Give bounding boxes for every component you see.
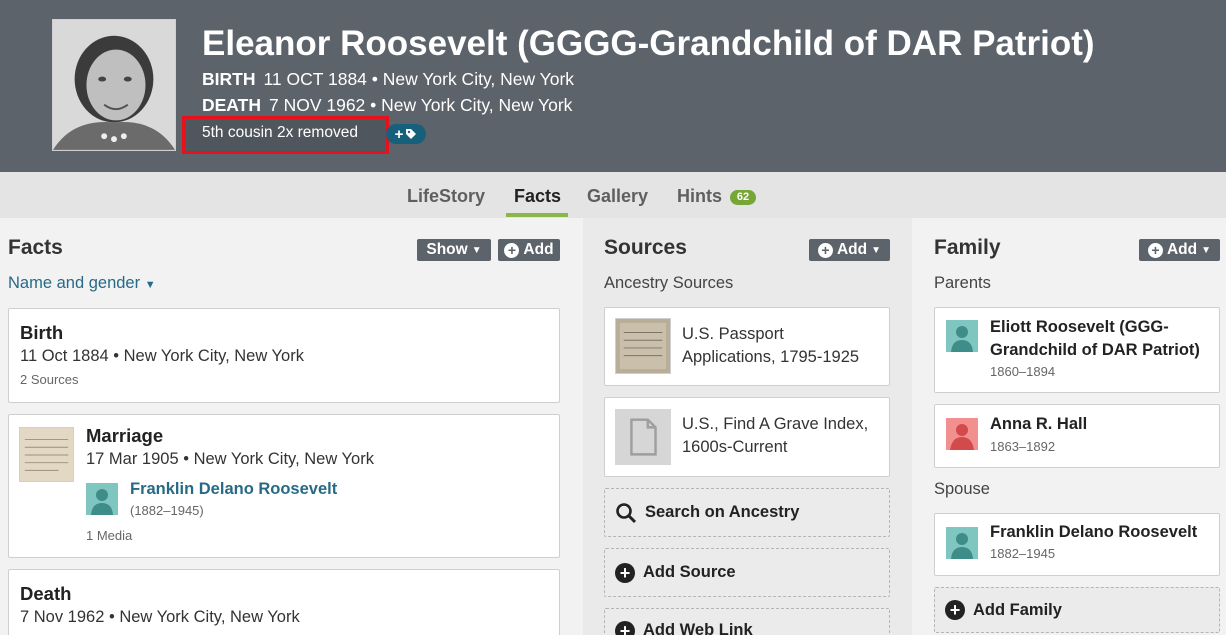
tab-facts[interactable]: Facts [514, 186, 561, 207]
family-member-years: 1882–1945 [990, 546, 1056, 561]
search-icon [616, 502, 637, 523]
document-placeholder-icon [615, 409, 671, 465]
male-avatar-icon [946, 320, 978, 352]
parents-label: Parents [934, 274, 991, 292]
male-avatar-icon [86, 483, 118, 515]
add-source-menu-button[interactable]: + Add ▼ [809, 239, 890, 261]
search-on-ancestry-button[interactable]: Search on Ancestry [604, 488, 890, 537]
spouse-link[interactable]: Franklin Delano Roosevelt [130, 480, 337, 499]
profile-header: Eleanor Roosevelt (GGGG-Grandchild of DA… [0, 0, 1226, 172]
plus-circle-icon: + [945, 600, 965, 620]
active-tab-indicator [506, 213, 568, 217]
birth-summary: BIRTH 11 OCT 1884 • New York City, New Yo… [202, 69, 574, 90]
plus-circle-icon: + [615, 621, 635, 635]
death-summary: DEATH 7 NOV 1962 • New York City, New Yor… [202, 95, 572, 116]
add-family-menu-button[interactable]: + Add ▼ [1139, 239, 1220, 261]
portrait-image [53, 20, 175, 150]
spouse-label: Spouse [934, 480, 990, 498]
death-value: 7 NOV 1962 • New York City, New York [268, 95, 573, 115]
plus-circle-icon: + [817, 242, 833, 258]
tab-hints[interactable]: Hints [677, 186, 722, 207]
add-tag-button[interactable]: + [386, 124, 426, 144]
chevron-down-icon: ▼ [471, 244, 482, 256]
tab-lifestory[interactable]: LifeStory [407, 186, 485, 207]
chevron-down-icon: ▼ [871, 244, 882, 256]
death-label: DEATH [202, 95, 261, 115]
hints-count-badge: 62 [730, 190, 756, 205]
family-member-name: Franklin Delano Roosevelt [990, 523, 1198, 541]
tab-gallery[interactable]: Gallery [587, 186, 648, 207]
add-source-button[interactable]: + Add Source [604, 548, 890, 597]
name-line: Eliott Roosevelt (GGG- [990, 318, 1169, 336]
relationship-label[interactable]: 5th cousin 2x removed [202, 124, 358, 142]
page-icon [616, 410, 670, 464]
source-title-line: 1600s-Current [682, 438, 788, 456]
source-title-line: U.S., Find A Grave Index, [682, 415, 869, 433]
plus-icon: + [394, 125, 404, 143]
fact-sources-count[interactable]: 2 Sources [20, 372, 79, 387]
fact-detail: 7 Nov 1962 • New York City, New York [20, 608, 300, 626]
add-source-label: Add Source [643, 563, 736, 581]
spouse-years: (1882–1945) [130, 503, 204, 518]
fact-title: Birth [20, 322, 64, 343]
show-button[interactable]: Show ▼ [417, 239, 491, 261]
sources-title: Sources [604, 236, 687, 259]
plus-circle-icon: + [615, 562, 635, 583]
add-label: Add [1166, 241, 1198, 258]
add-label: Add [836, 241, 868, 258]
filter-label: Name and gender [8, 274, 141, 292]
family-member-years: 1863–1892 [990, 439, 1056, 454]
add-family-button[interactable]: + Add Family [934, 587, 1220, 633]
source-thumbnail [615, 318, 671, 374]
add-family-label: Add Family [973, 600, 1062, 619]
fact-detail: 17 Mar 1905 • New York City, New York [86, 450, 374, 468]
male-avatar-icon [946, 527, 978, 559]
marriage-record-thumbnail[interactable] [19, 427, 74, 482]
source-title: U.S. Passport Applications, 1795-1925 [682, 323, 859, 369]
female-avatar-icon [946, 418, 978, 450]
add-fact-button[interactable]: + Add [498, 239, 560, 261]
show-label: Show [426, 241, 468, 258]
name-gender-filter[interactable]: Name and gender ▼ [8, 274, 156, 293]
facts-title: Facts [8, 236, 63, 259]
chevron-down-icon: ▼ [1201, 244, 1212, 256]
tag-icon [406, 129, 417, 139]
name-line: Grandchild of DAR Patriot) [990, 341, 1200, 359]
fact-detail: 11 Oct 1884 • New York City, New York [20, 347, 304, 365]
add-web-link-label: Add Web Link [643, 621, 753, 635]
family-title: Family [934, 236, 1001, 259]
document-image [616, 319, 670, 373]
profile-photo[interactable] [52, 19, 176, 151]
family-member-years: 1860–1894 [990, 364, 1056, 379]
chevron-down-icon: ▼ [144, 279, 156, 291]
plus-circle-icon: + [1147, 242, 1163, 258]
fact-media-count[interactable]: 1 Media [86, 528, 132, 543]
person-name: Eleanor Roosevelt (GGGG-Grandchild of DA… [202, 24, 1095, 63]
document-image [20, 428, 73, 481]
plus-circle-icon: + [504, 242, 520, 258]
ancestry-sources-label: Ancestry Sources [604, 274, 734, 292]
add-web-link-button[interactable]: + Add Web Link [604, 608, 890, 635]
birth-value: 11 OCT 1884 • New York City, New York [263, 69, 575, 89]
source-title-line: Applications, 1795-1925 [682, 348, 860, 366]
add-label: Add [523, 241, 554, 258]
fact-title: Marriage [86, 425, 164, 446]
source-title: U.S., Find A Grave Index, 1600s-Current [682, 413, 868, 459]
family-member-name: Eliott Roosevelt (GGG- Grandchild of DAR… [990, 316, 1200, 362]
source-title-line: U.S. Passport [682, 325, 784, 343]
search-label: Search on Ancestry [645, 503, 800, 521]
birth-label: BIRTH [202, 69, 256, 89]
fact-title: Death [20, 583, 72, 604]
family-member-name: Anna R. Hall [990, 415, 1088, 433]
